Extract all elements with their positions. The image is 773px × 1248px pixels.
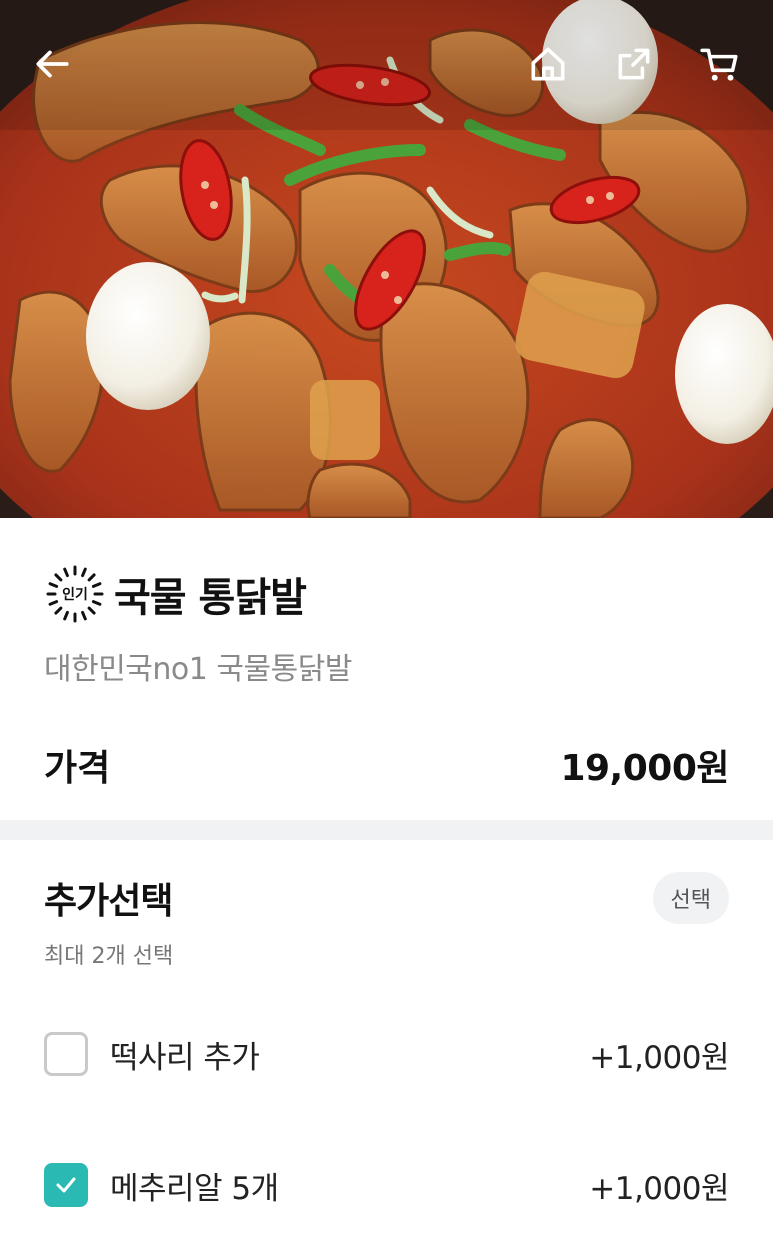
option-group-subtitle: 최대 2개 선택 — [44, 944, 174, 969]
price-label: 가격 — [44, 748, 111, 789]
option-item-rice-cake[interactable]: 떡사리 추가 +1,000원 — [44, 1026, 729, 1082]
menu-photo — [0, 0, 773, 518]
option-label: 메추리알 5개 — [110, 1170, 279, 1207]
home-icon — [531, 47, 565, 81]
menu-description: 대한민국no1 국물통닭발 — [44, 652, 352, 687]
arrow-left-icon — [36, 50, 69, 78]
menu-title: 국물 통닭발 — [114, 575, 307, 621]
cart-icon — [700, 48, 738, 81]
popular-badge: 인기 — [44, 563, 106, 625]
option-item-quail-eggs[interactable]: 메추리알 5개 +1,000원 — [44, 1157, 729, 1213]
badge-label: 인기 — [62, 587, 88, 603]
menu-title-row: 인기 국물 통닭발 — [44, 563, 307, 625]
share-button[interactable] — [610, 40, 658, 88]
share-icon — [618, 48, 650, 80]
top-bar — [0, 0, 773, 130]
option-checkbox[interactable] — [44, 1032, 88, 1076]
option-group-title: 추가선택 — [44, 881, 173, 922]
section-divider — [0, 820, 773, 840]
option-checkbox-checked[interactable] — [44, 1163, 88, 1207]
option-label: 떡사리 추가 — [110, 1039, 260, 1076]
back-button[interactable] — [28, 40, 76, 88]
home-button[interactable] — [524, 40, 572, 88]
checkmark-icon — [56, 1177, 76, 1193]
price-value: 19,000원 — [560, 748, 729, 789]
option-select-badge: 선택 — [652, 872, 729, 924]
cart-button[interactable] — [696, 40, 744, 88]
option-item-left: 메추리알 5개 — [44, 1163, 279, 1208]
option-price: +1,000원 — [589, 1039, 729, 1076]
option-group-header: 추가선택 선택 — [44, 868, 729, 928]
option-item-left: 떡사리 추가 — [44, 1032, 260, 1077]
option-price: +1,000원 — [589, 1170, 729, 1207]
price-row: 가격 19,000원 — [44, 735, 729, 795]
